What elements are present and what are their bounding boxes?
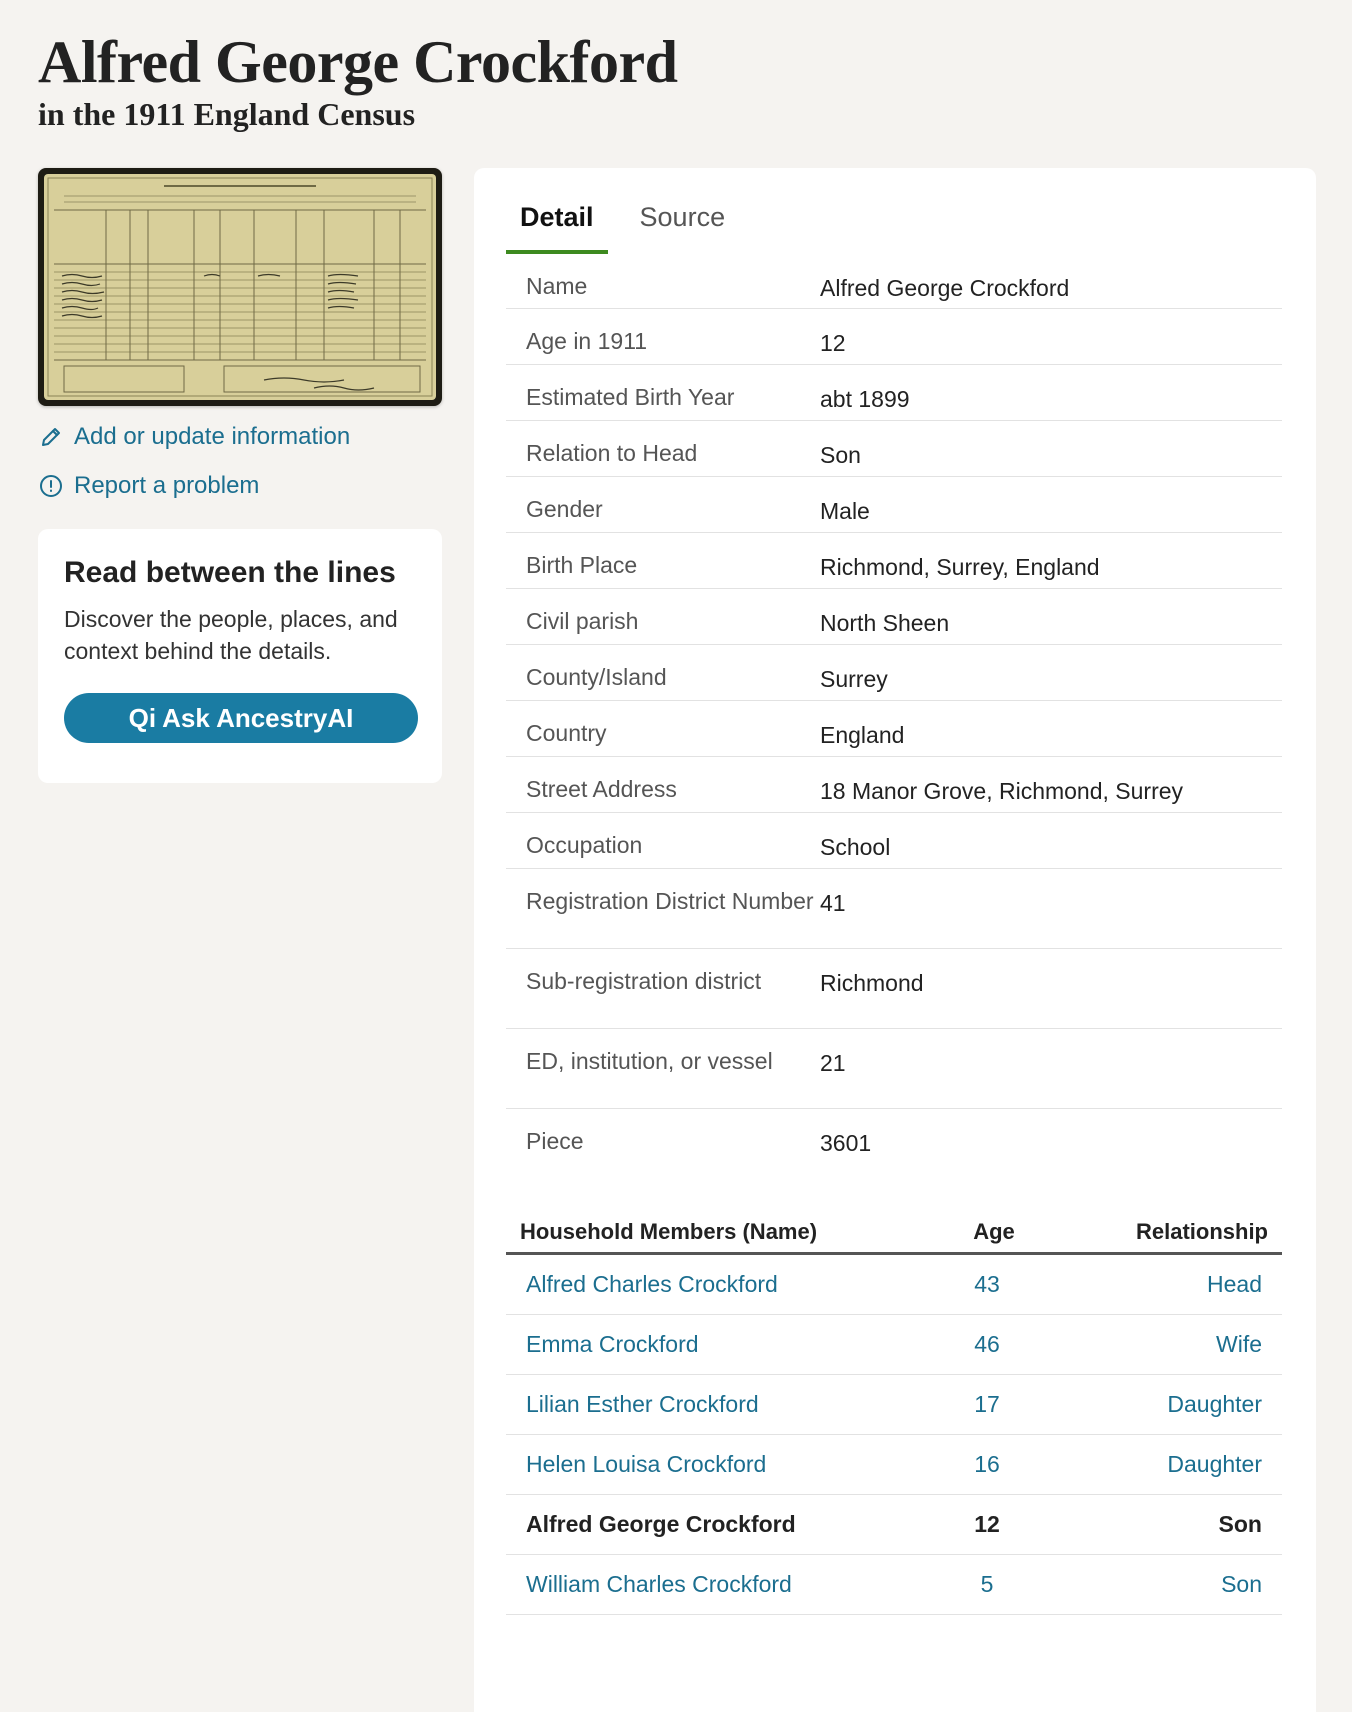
- detail-row-ed-institution: ED, institution, or vessel 21: [506, 1029, 1282, 1109]
- pencil-icon: [38, 424, 64, 450]
- ancestry-ai-icon: Qi: [128, 702, 157, 733]
- detail-value: 18 Manor Grove, Richmond, Surrey: [820, 778, 1184, 804]
- detail-row-county: County/Island Surrey: [506, 645, 1282, 701]
- page-header: Alfred George Crockford in the 1911 Engl…: [38, 26, 678, 134]
- census-record-thumbnail[interactable]: [38, 168, 442, 406]
- household-member-relationship: Daughter: [1167, 1451, 1262, 1477]
- household-header-age: Age: [973, 1219, 1015, 1244]
- detail-label: Gender: [526, 496, 603, 522]
- household-member-link[interactable]: Lilian Esther Crockford: [526, 1391, 934, 1418]
- household-member-relationship: Daughter: [1167, 1391, 1262, 1417]
- household-member-age: 16: [974, 1451, 1000, 1477]
- household-row-current: Alfred George Crockford 12 Son: [506, 1495, 1282, 1555]
- alert-circle-icon: [38, 473, 64, 499]
- left-column: Add or update information Report a probl…: [38, 168, 442, 783]
- detail-label: Estimated Birth Year: [526, 384, 735, 410]
- detail-row-sub-registration: Sub-registration district Richmond: [506, 949, 1282, 1029]
- household-header-name: Household Members (Name): [520, 1219, 818, 1244]
- detail-value: Alfred George Crockford: [820, 275, 1070, 301]
- detail-value: 3601: [820, 1130, 872, 1156]
- detail-label: Piece: [526, 1128, 584, 1154]
- record-tabs: Detail Source: [506, 168, 1284, 254]
- detail-label: ED, institution, or vessel: [526, 1048, 773, 1074]
- detail-row-relation: Relation to Head Son: [506, 421, 1282, 477]
- household-member-link[interactable]: Alfred Charles Crockford: [526, 1271, 934, 1298]
- detail-row-gender: Gender Male: [506, 477, 1282, 533]
- detail-value: School: [820, 834, 891, 860]
- detail-row-registration-district: Registration District Number 41: [506, 869, 1282, 949]
- detail-value: 41: [820, 890, 846, 916]
- household-row: Alfred Charles Crockford 43 Head: [506, 1255, 1282, 1315]
- ai-card-heading: Read between the lines: [64, 556, 396, 589]
- household-members-table: Household Members (Name) Age Relationshi…: [506, 1219, 1282, 1615]
- detail-value: 12: [820, 330, 846, 356]
- household-row: Lilian Esther Crockford 17 Daughter: [506, 1375, 1282, 1435]
- report-problem-label: Report a problem: [74, 472, 260, 499]
- detail-label: Civil parish: [526, 608, 639, 634]
- household-member-relationship: Son: [1221, 1571, 1262, 1597]
- detail-label: Country: [526, 720, 607, 746]
- page-subtitle: in the 1911 England Census: [38, 96, 416, 132]
- census-image-icon: [44, 174, 436, 400]
- detail-row-name: Name Alfred George Crockford: [506, 254, 1282, 309]
- household-member-age: 12: [974, 1511, 1000, 1537]
- detail-value: abt 1899: [820, 386, 910, 412]
- detail-value: Son: [820, 442, 861, 468]
- household-header-relationship: Relationship: [1135, 1219, 1268, 1244]
- household-member-relationship: Wife: [1216, 1331, 1262, 1357]
- detail-value: Male: [820, 498, 870, 524]
- household-member-age: 17: [974, 1391, 1000, 1417]
- detail-value: England: [820, 722, 905, 748]
- household-member-link[interactable]: Helen Louisa Crockford: [526, 1451, 934, 1478]
- household-row: William Charles Crockford 5 Son: [506, 1555, 1282, 1615]
- detail-row-birth-year: Estimated Birth Year abt 1899: [506, 365, 1282, 421]
- household-member-relationship: Head: [1207, 1271, 1262, 1297]
- household-member-age: 5: [980, 1571, 994, 1597]
- detail-value: Surrey: [820, 666, 888, 692]
- add-update-label: Add or update information: [74, 423, 351, 450]
- detail-label: Birth Place: [526, 552, 638, 578]
- household-member-name: Alfred George Crockford: [526, 1511, 796, 1537]
- ai-card-body: Discover the people, places, and context…: [64, 606, 398, 664]
- household-header-row: Household Members (Name) Age Relationshi…: [506, 1219, 1282, 1255]
- ancestry-ai-card: Read between the lines Discover the peop…: [38, 529, 442, 783]
- detail-row-civil-parish: Civil parish North Sheen: [506, 589, 1282, 645]
- detail-value: Richmond, Surrey, England: [820, 554, 1100, 580]
- record-detail-card: Detail Source Name Alfred George Crockfo…: [474, 168, 1316, 1712]
- detail-row-age: Age in 1911 12: [506, 309, 1282, 365]
- detail-value: Richmond: [820, 970, 924, 996]
- detail-label: Name: [526, 273, 588, 299]
- detail-label: Relation to Head: [526, 440, 698, 466]
- ask-ancestryai-button[interactable]: Qi Ask AncestryAI: [64, 693, 418, 743]
- add-update-information-link[interactable]: Add or update information: [38, 420, 442, 454]
- detail-row-country: Country England: [506, 701, 1282, 757]
- detail-value: North Sheen: [820, 610, 950, 636]
- tab-detail[interactable]: Detail: [506, 202, 608, 254]
- household-member-relationship: Son: [1218, 1511, 1262, 1537]
- detail-table: Name Alfred George Crockford Age in 1911…: [506, 254, 1282, 1165]
- household-member-link[interactable]: Emma Crockford: [526, 1331, 934, 1358]
- ask-ancestryai-label: Ask AncestryAI: [162, 702, 354, 733]
- detail-label: Sub-registration district: [526, 968, 762, 994]
- household-member-link[interactable]: William Charles Crockford: [526, 1571, 934, 1598]
- detail-row-piece: Piece 3601: [506, 1109, 1282, 1165]
- detail-label: Age in 1911: [526, 328, 648, 354]
- household-member-age: 43: [974, 1271, 1000, 1297]
- household-row: Helen Louisa Crockford 16 Daughter: [506, 1435, 1282, 1495]
- page-title: Alfred George Crockford: [38, 29, 678, 95]
- detail-label: Street Address: [526, 776, 677, 802]
- detail-row-occupation: Occupation School: [506, 813, 1282, 869]
- detail-value: 21: [820, 1050, 846, 1076]
- detail-label: County/Island: [526, 664, 667, 690]
- household-row: Emma Crockford 46 Wife: [506, 1315, 1282, 1375]
- detail-row-birth-place: Birth Place Richmond, Surrey, England: [506, 533, 1282, 589]
- detail-row-street-address: Street Address 18 Manor Grove, Richmond,…: [506, 757, 1282, 813]
- detail-label: Registration District Number: [526, 888, 814, 914]
- household-member-age: 46: [974, 1331, 1000, 1357]
- report-problem-link[interactable]: Report a problem: [38, 469, 442, 503]
- detail-label: Occupation: [526, 832, 643, 858]
- tab-source[interactable]: Source: [626, 202, 740, 254]
